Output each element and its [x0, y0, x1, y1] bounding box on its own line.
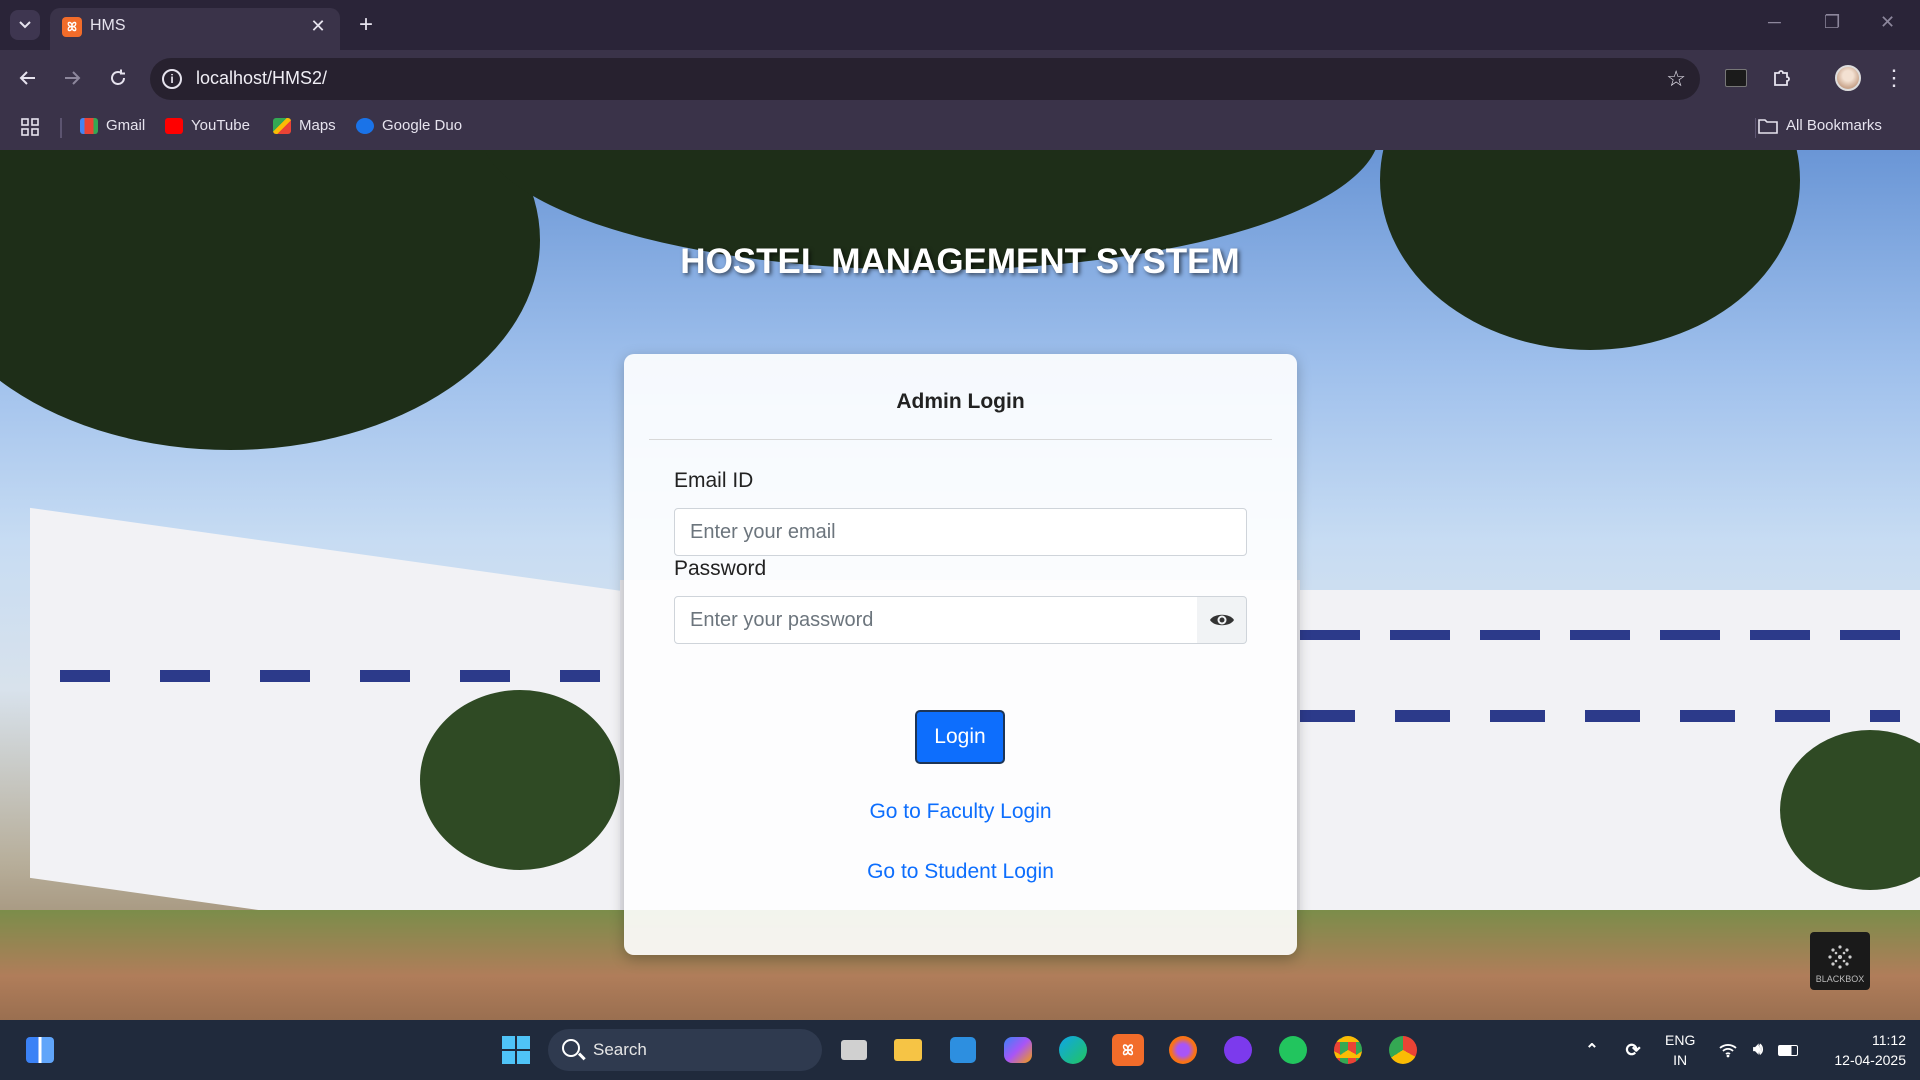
tab-search-button[interactable]: [10, 10, 40, 40]
github-icon[interactable]: [1222, 1034, 1254, 1066]
bookmark-label: Maps: [299, 117, 336, 134]
close-window-icon[interactable]: ✕: [1880, 12, 1895, 33]
card-header: Admin Login: [649, 354, 1272, 440]
page-viewport: HOSTEL MANAGEMENT SYSTEM Admin Login Ema…: [0, 150, 1920, 1020]
chrome-icon[interactable]: [1332, 1034, 1364, 1066]
page-title: HOSTEL MANAGEMENT SYSTEM: [680, 242, 1240, 281]
chevron-down-icon: [19, 21, 31, 29]
clock[interactable]: 11:12 12-04-2025: [1816, 1030, 1906, 1070]
widgets-icon[interactable]: [24, 1034, 56, 1066]
all-bookmarks-label: All Bookmarks: [1786, 117, 1882, 134]
bookmark-label: Google Duo: [382, 117, 463, 134]
clock-date: 12-04-2025: [1834, 1052, 1906, 1068]
chevron-up-icon[interactable]: ⌃: [1576, 1034, 1608, 1066]
toggle-password-button[interactable]: [1197, 596, 1247, 644]
browser-toolbar: i localhost/HMS2/ ☆ ⋮: [0, 50, 1920, 106]
arrow-left-icon: [19, 71, 35, 85]
reload-button[interactable]: [104, 64, 132, 92]
blackbox-watermark[interactable]: BLACKBOX: [1810, 932, 1870, 990]
bookmark-label: YouTube: [191, 117, 250, 134]
email-label: Email ID: [674, 469, 754, 492]
bookmarks-separator: [1755, 118, 1756, 138]
vscode-icon[interactable]: [947, 1034, 979, 1066]
bookmarks-separator: [60, 118, 62, 138]
extension-icon[interactable]: [1722, 64, 1750, 92]
duo-icon: [356, 117, 374, 134]
folder-icon: [1758, 118, 1778, 134]
admin-login-card: Admin Login Email ID Password Login Go t…: [624, 354, 1297, 955]
copilot-icon[interactable]: [1002, 1034, 1034, 1066]
menu-kebab-icon[interactable]: ⋮: [1880, 64, 1908, 92]
building-windows-right: [1300, 630, 1900, 640]
address-bar[interactable]: i localhost/HMS2/ ☆: [150, 58, 1700, 100]
windows-taskbar: Search ꕤ ⌃ ⟳ ENG IN 🔊︎ 11:12 12-04-2025: [0, 1020, 1920, 1080]
bookmarks-bar: Gmail YouTube Maps Google Duo All Bookma…: [0, 106, 1920, 150]
close-tab-icon[interactable]: ✕: [306, 14, 330, 38]
bookmark-maps[interactable]: Maps: [273, 117, 336, 134]
windows-start-icon[interactable]: [500, 1034, 532, 1066]
restore-icon[interactable]: ❐: [1824, 12, 1840, 33]
bookmark-star-icon[interactable]: ☆: [1666, 66, 1686, 92]
all-bookmarks[interactable]: All Bookmarks: [1758, 117, 1882, 134]
building-windows-left: [60, 670, 600, 682]
card-heading: Admin Login: [896, 389, 1025, 413]
task-view-icon[interactable]: [838, 1034, 870, 1066]
email-field[interactable]: [674, 508, 1247, 556]
xampp-favicon-icon: ꕤ: [62, 17, 82, 37]
sync-icon[interactable]: ⟳: [1617, 1034, 1649, 1066]
reload-icon: [111, 69, 125, 85]
wifi-icon[interactable]: [1712, 1034, 1744, 1066]
forward-button[interactable]: [58, 64, 86, 92]
password-field[interactable]: [674, 596, 1198, 644]
student-login-link[interactable]: Go to Student Login: [624, 860, 1297, 884]
tree-canopy-left: [0, 150, 540, 450]
tab-title: HMS: [90, 17, 126, 34]
site-info-icon[interactable]: i: [162, 69, 182, 89]
eye-icon: [1209, 614, 1234, 626]
file-explorer-icon[interactable]: [892, 1034, 924, 1066]
active-tab[interactable]: ꕤ HMS ✕: [50, 8, 340, 50]
arrow-right-icon: [65, 71, 81, 85]
extensions-puzzle-icon[interactable]: [1768, 64, 1796, 92]
region-code: IN: [1673, 1052, 1688, 1068]
apps-grid-icon[interactable]: [20, 117, 40, 137]
watermark-text: BLACKBOX: [1815, 974, 1865, 984]
firefox-icon[interactable]: [1167, 1034, 1199, 1066]
volume-icon[interactable]: 🔊︎: [1742, 1034, 1774, 1066]
bookmark-gmail[interactable]: Gmail: [80, 117, 145, 134]
language-indicator[interactable]: ENG IN: [1665, 1030, 1695, 1070]
xampp-icon[interactable]: ꕤ: [1112, 1034, 1144, 1066]
chrome-profile-icon[interactable]: [1387, 1034, 1419, 1066]
youtube-icon: [165, 117, 183, 134]
clock-time: 11:12: [1872, 1032, 1906, 1048]
building-windows-right-2: [1300, 710, 1900, 722]
battery-icon[interactable]: [1772, 1034, 1804, 1066]
login-button[interactable]: Login: [915, 710, 1005, 764]
new-tab-button[interactable]: +: [352, 11, 380, 39]
search-icon: [562, 1039, 580, 1057]
url-text[interactable]: localhost/HMS2/: [196, 68, 327, 89]
tree-bottom-left: [420, 690, 620, 870]
browser-tab-bar: ꕤ HMS ✕ + ─ ❐ ✕: [0, 0, 1920, 50]
minimize-icon[interactable]: ─: [1768, 12, 1781, 33]
puzzle-icon: [1774, 70, 1790, 86]
search-label: Search: [593, 1040, 647, 1059]
bookmark-label: Gmail: [106, 117, 146, 134]
bookmark-google-duo[interactable]: Google Duo: [356, 117, 462, 134]
whatsapp-icon[interactable]: [1277, 1034, 1309, 1066]
blackbox-logo-icon: [1828, 945, 1852, 969]
back-button[interactable]: [14, 64, 42, 92]
password-label: Password: [674, 557, 767, 580]
taskbar-search[interactable]: Search: [548, 1029, 822, 1071]
edge-icon[interactable]: [1057, 1034, 1089, 1066]
maps-icon: [273, 117, 291, 134]
bookmark-youtube[interactable]: YouTube: [165, 117, 250, 134]
language-code: ENG: [1665, 1032, 1696, 1048]
profile-avatar[interactable]: [1834, 64, 1862, 92]
faculty-login-link[interactable]: Go to Faculty Login: [624, 800, 1297, 824]
gmail-icon: [80, 117, 98, 134]
